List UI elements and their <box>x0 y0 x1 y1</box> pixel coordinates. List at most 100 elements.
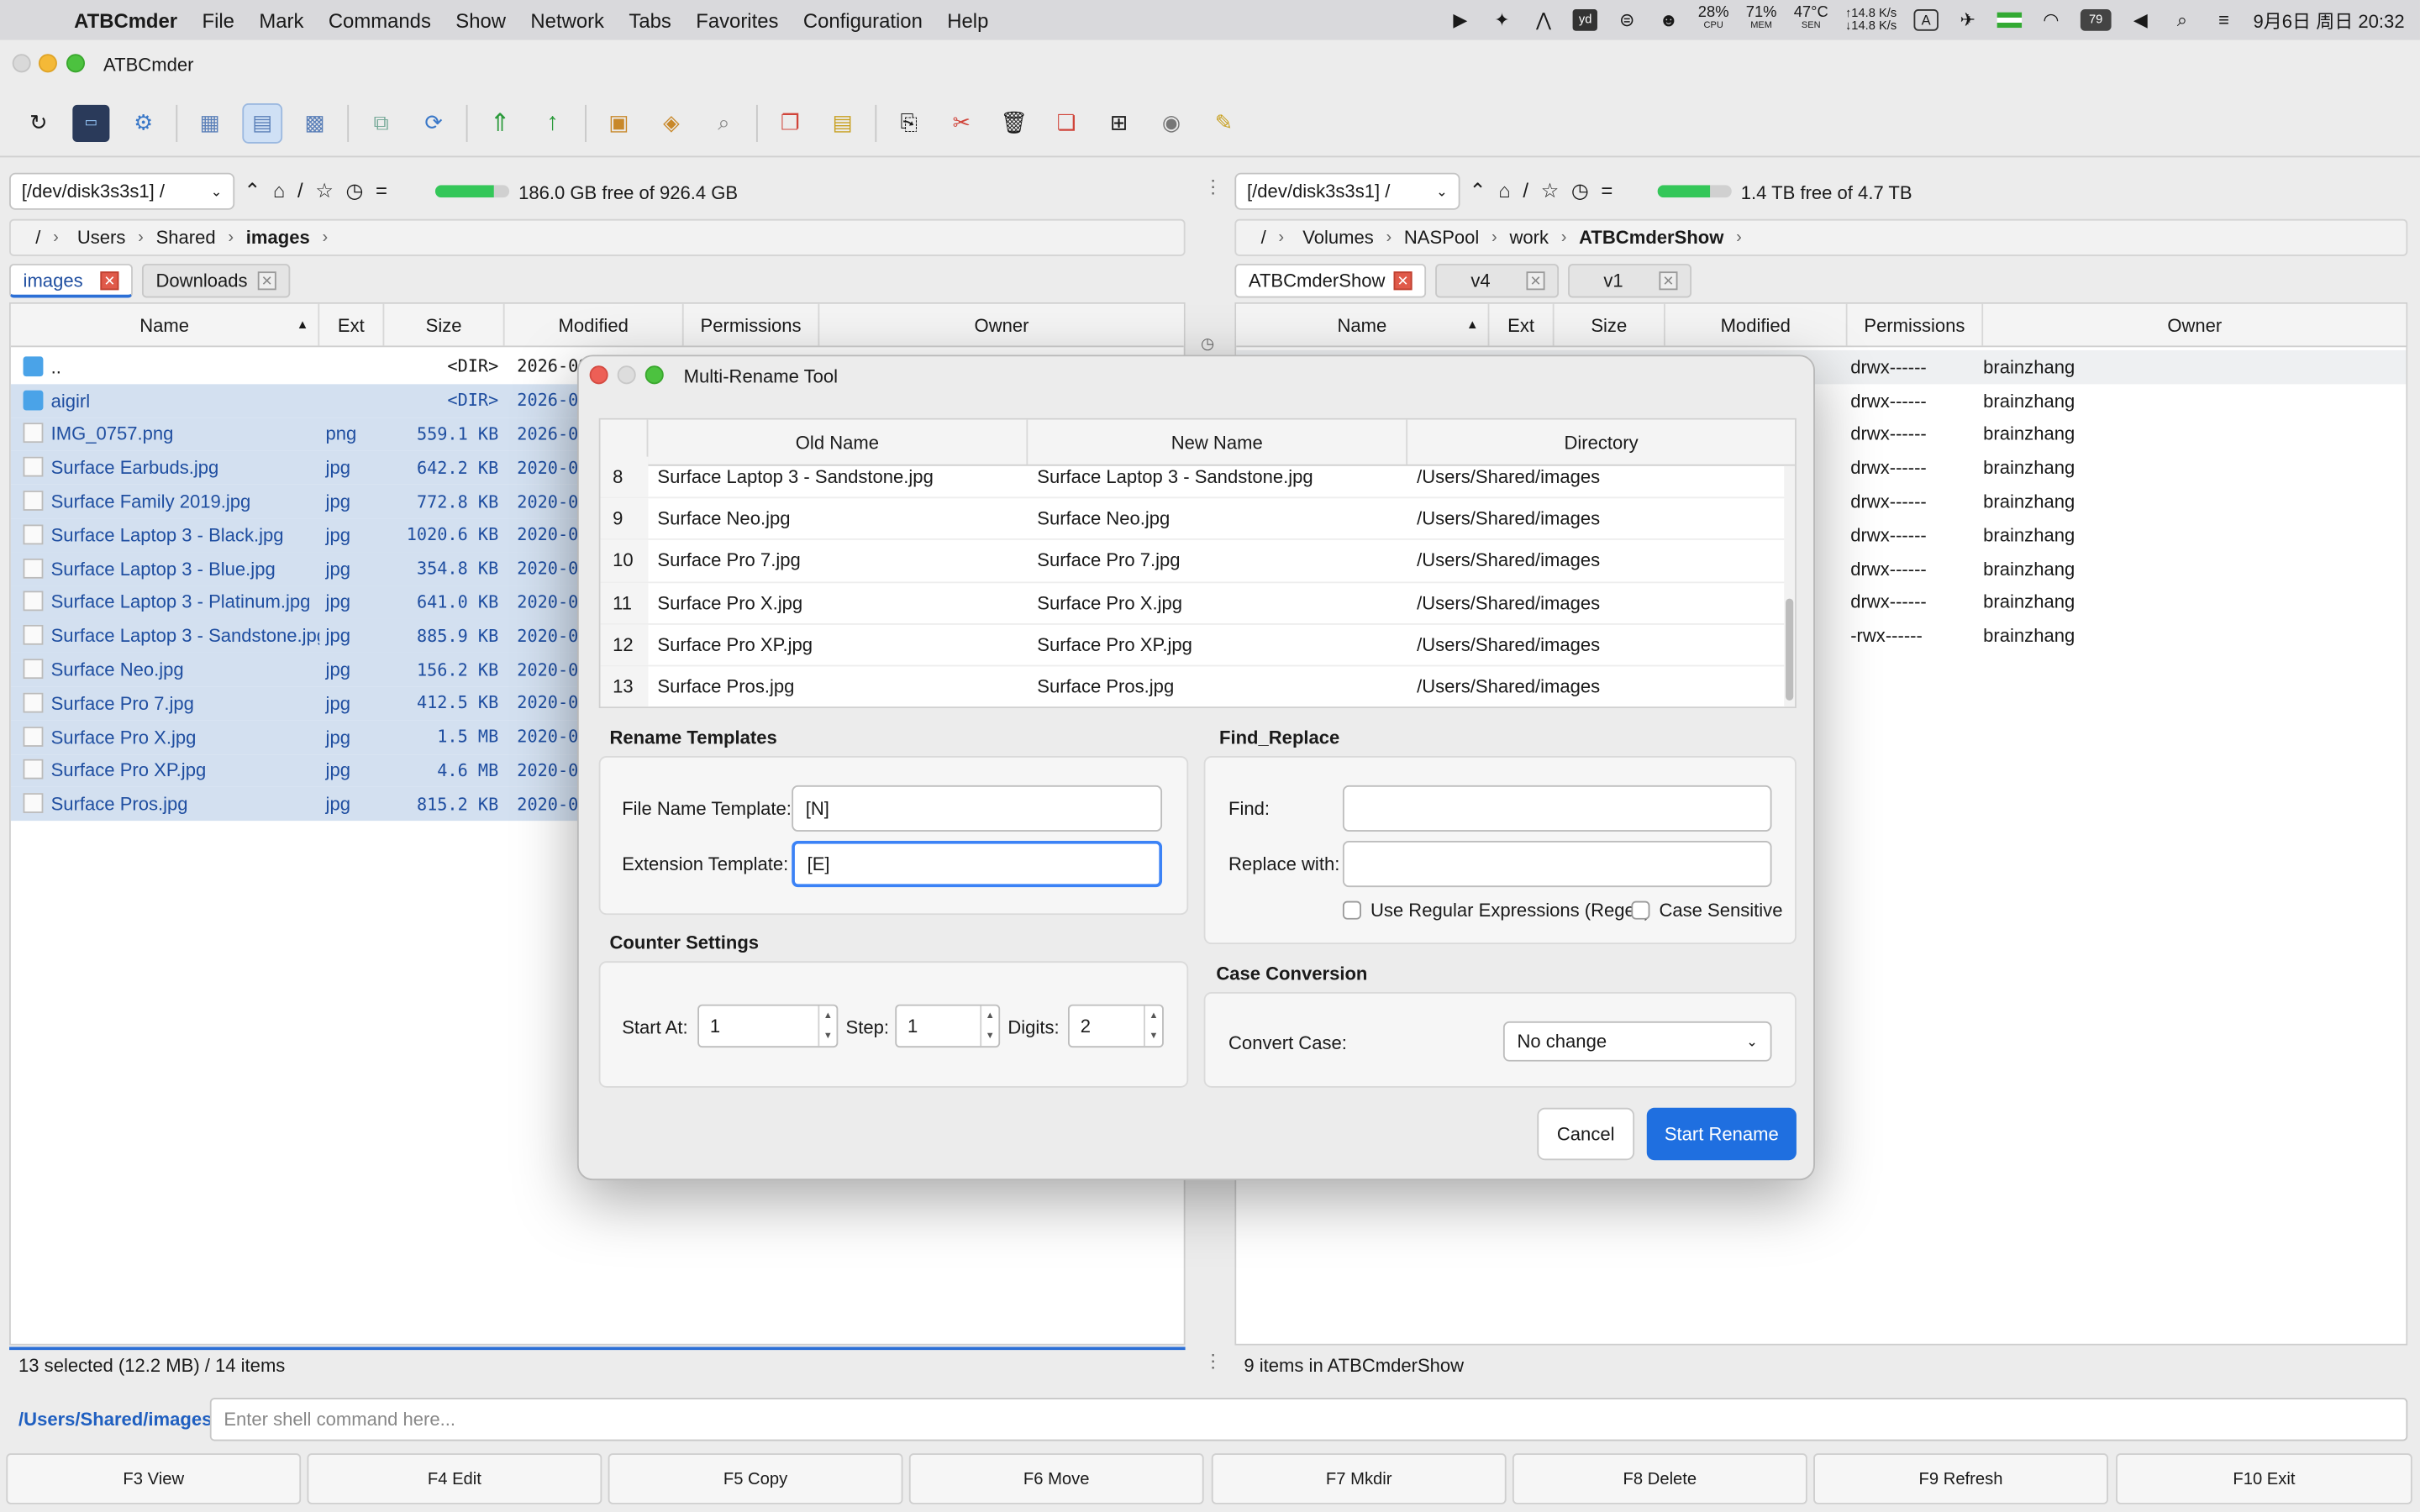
f8-delete-button[interactable]: F8 Delete <box>1512 1453 1807 1504</box>
go-parent-icon[interactable]: ↑ <box>534 104 571 141</box>
home-icon[interactable]: ⌂ <box>1498 179 1510 203</box>
menu-file[interactable]: File <box>190 8 247 32</box>
wifi-icon[interactable]: ◠ <box>2039 9 2063 31</box>
crumb-naspool[interactable]: NASPool <box>1392 227 1491 249</box>
stepper-arrows-icon[interactable]: ▲ ▼ <box>1143 1005 1162 1047</box>
menu-favorites[interactable]: Favorites <box>684 8 792 32</box>
equal-icon[interactable]: = <box>1601 179 1612 203</box>
rename-preview-table[interactable]: Old Name New Name Directory 8 Surface Lap… <box>598 417 1797 709</box>
refresh-icon[interactable]: ↻ <box>20 104 57 141</box>
layers-icon[interactable]: ⊜ <box>1615 9 1639 31</box>
copy-names-icon[interactable]: ❐ <box>771 104 808 141</box>
cpu-stat[interactable]: 28% CPU <box>1698 5 1729 32</box>
input-method-icon[interactable]: A <box>1913 9 1939 31</box>
crumb-volumes[interactable]: Volumes <box>1284 227 1386 249</box>
compare-dirs-icon[interactable]: ⧉ <box>363 104 400 141</box>
new-folder-icon[interactable]: ⊞ <box>1101 104 1138 141</box>
up-icon[interactable]: ⌃ <box>244 179 260 203</box>
regex-checkbox[interactable]: Use Regular Expressions (Regex) <box>1342 900 1650 921</box>
preview-row[interactable]: 13 Surface Pros.jpg Surface Pros.jpg/Users… <box>600 666 1795 707</box>
tab-atbcmdershow[interactable]: ATBCmderShow ✕ <box>1234 264 1427 298</box>
col-modified[interactable]: Modified <box>1665 303 1848 346</box>
find-files-icon[interactable]: ⌕ <box>705 104 742 141</box>
f3-view-button[interactable]: F3 View <box>6 1453 302 1504</box>
network-stat[interactable]: ↑14.8 K/s ↓14.8 K/s <box>1845 7 1897 32</box>
shell-command-input[interactable]: Enter shell command here... <box>209 1398 2408 1441</box>
tab-images[interactable]: images ✕ <box>9 264 133 298</box>
multi-rename-icon[interactable]: ▤ <box>824 104 861 141</box>
mem-stat[interactable]: 71% MEM <box>1746 5 1777 32</box>
f7-mkdir-button[interactable]: F7 Mkdir <box>1211 1453 1507 1504</box>
preview-row[interactable]: 11 Surface Pro X.jpg Surface Pro X.jpg/Use… <box>600 582 1796 625</box>
panel-splitter-handle[interactable]: ⋮ <box>1204 176 1223 197</box>
cancel-button[interactable]: Cancel <box>1537 1107 1635 1161</box>
up-icon[interactable]: ⌃ <box>1470 179 1486 203</box>
menu-help[interactable]: Help <box>935 8 1002 32</box>
col-owner[interactable]: Owner <box>1983 304 2406 346</box>
cat-icon[interactable]: ☻ <box>1656 9 1681 31</box>
bird-icon[interactable]: ✈ <box>1955 9 1980 31</box>
crumb-users[interactable]: Users <box>59 227 138 249</box>
preview-scrollbar[interactable] <box>1784 465 1796 707</box>
cut-icon[interactable]: ✂ <box>943 104 980 141</box>
digits-stepper[interactable]: 2 ▲ ▼ <box>1067 1004 1164 1048</box>
extension-template-input[interactable]: [E] <box>792 841 1163 888</box>
caret-icon[interactable]: ⋀ <box>1531 9 1555 31</box>
play-icon[interactable]: ▶ <box>1448 9 1472 31</box>
col-new-name[interactable]: New Name <box>1028 419 1408 465</box>
col-ext[interactable]: Ext <box>319 303 385 346</box>
close-tab-icon[interactable]: ✕ <box>1659 271 1678 291</box>
root-slash-icon[interactable]: / <box>297 179 303 203</box>
file-name-template-input[interactable]: [N] <box>792 785 1163 832</box>
close-window-button[interactable] <box>12 54 31 73</box>
col-size[interactable]: Size <box>1555 303 1665 346</box>
preview-row[interactable]: 10 Surface Pro 7.jpg Surface Pro 7.jpg/Use… <box>600 540 1796 583</box>
close-tab-icon[interactable]: ✕ <box>100 270 119 290</box>
minimize-window-button[interactable] <box>38 54 57 73</box>
convert-case-select[interactable]: No change ⌄ <box>1502 1021 1772 1062</box>
close-tab-icon[interactable]: ✕ <box>1393 271 1413 291</box>
crumb-shared[interactable]: Shared <box>144 227 228 249</box>
control-center-icon[interactable]: ≡ <box>2212 9 2236 31</box>
start-rename-button[interactable]: Start Rename <box>1646 1107 1797 1161</box>
copy-icon[interactable]: ⎘ <box>891 104 928 141</box>
close-tab-icon[interactable]: ✕ <box>257 271 276 291</box>
brief-view-icon[interactable]: ▦ <box>192 104 229 141</box>
col-name[interactable]: Name ▲ <box>11 303 320 346</box>
f9-refresh-button[interactable]: F9 Refresh <box>1813 1453 2108 1504</box>
search-icon[interactable]: ⌕ <box>2170 9 2194 31</box>
crumb-root[interactable]: / <box>1249 227 1279 249</box>
crumb-root[interactable]: / <box>24 227 54 249</box>
col-owner[interactable]: Owner <box>819 304 1183 346</box>
sparkle-icon[interactable]: ✦ <box>1490 9 1514 31</box>
home-icon[interactable]: ⌂ <box>273 179 285 203</box>
tab-v1[interactable]: v1 ✕ <box>1568 264 1692 298</box>
menu-network[interactable]: Network <box>518 8 617 32</box>
menu-tabs[interactable]: Tabs <box>617 8 684 32</box>
start-at-stepper[interactable]: 1 ▲ ▼ <box>697 1004 839 1048</box>
flag-icon[interactable] <box>1996 12 2022 29</box>
find-input[interactable] <box>1342 785 1772 832</box>
right-drive-select[interactable]: [/dev/disk3s3s1] / ⌄ <box>1234 172 1460 210</box>
favorite-star-icon[interactable]: ☆ <box>315 179 333 203</box>
terminal-icon[interactable]: ▭ <box>72 103 110 142</box>
col-old-name[interactable]: Old Name <box>648 419 1028 465</box>
sensor-stat[interactable]: 47°C SEN <box>1794 5 1828 32</box>
clock[interactable]: 9月6日 周日 20:32 <box>2253 7 2404 33</box>
battery-icon[interactable]: 79 <box>2080 9 2112 31</box>
volume-icon[interactable]: ◀ <box>2128 9 2153 31</box>
col-permissions[interactable]: Permissions <box>1848 303 1984 346</box>
settings-gear-icon[interactable]: ⚙ <box>125 104 162 141</box>
zoom-dialog-button[interactable] <box>644 365 664 385</box>
delete-icon[interactable]: 🗑 <box>996 104 1033 141</box>
col-modified[interactable]: Modified <box>505 303 684 346</box>
replace-input[interactable] <box>1342 841 1772 888</box>
stepper-arrows-icon[interactable]: ▲ ▼ <box>980 1005 998 1047</box>
equal-icon[interactable]: = <box>376 179 387 203</box>
col-size[interactable]: Size <box>384 303 505 346</box>
regex-checkbox-box[interactable] <box>1342 900 1361 920</box>
col-permissions[interactable]: Permissions <box>684 303 820 346</box>
duplicate-icon[interactable]: ❏ <box>1048 104 1085 141</box>
close-tab-icon[interactable]: ✕ <box>1526 271 1545 291</box>
favorite-star-icon[interactable]: ☆ <box>1541 179 1559 203</box>
